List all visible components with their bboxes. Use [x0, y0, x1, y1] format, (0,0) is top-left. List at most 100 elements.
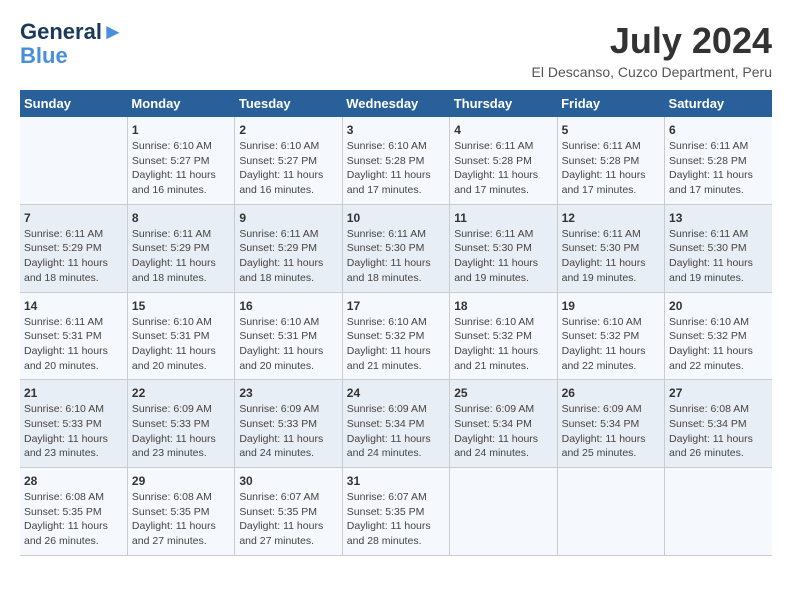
day-info: Sunrise: 6:11 AMSunset: 5:28 PMDaylight:… [562, 139, 660, 198]
day-cell: 23 Sunrise: 6:09 AMSunset: 5:33 PMDayligh… [235, 380, 342, 468]
day-info: Sunrise: 6:11 AMSunset: 5:30 PMDaylight:… [347, 227, 445, 286]
page-header: General►Blue July 2024 El Descanso, Cuzc… [20, 20, 772, 80]
day-cell: 20 Sunrise: 6:10 AMSunset: 5:32 PMDayligh… [665, 292, 772, 380]
day-cell: 30Sunrise: 6:07 AMSunset: 5:35 PMDayligh… [235, 468, 342, 556]
day-info: Sunrise: 6:10 AMSunset: 5:28 PMDaylight:… [347, 139, 445, 198]
day-cell [20, 117, 127, 204]
day-cell: 24 Sunrise: 6:09 AMSunset: 5:34 PMDayligh… [342, 380, 449, 468]
day-cell: 27 Sunrise: 6:08 AMSunset: 5:34 PMDayligh… [665, 380, 772, 468]
day-info: Sunrise: 6:08 AMSunset: 5:34 PMDaylight:… [669, 402, 768, 461]
day-cell: 10 Sunrise: 6:11 AMSunset: 5:30 PMDayligh… [342, 204, 449, 292]
day-number: 29 [132, 474, 230, 488]
day-number: 23 [239, 386, 337, 400]
day-number: 12 [562, 211, 660, 225]
day-info: Sunrise: 6:10 AMSunset: 5:31 PMDaylight:… [239, 315, 337, 374]
day-info: Sunrise: 6:10 AMSunset: 5:32 PMDaylight:… [347, 315, 445, 374]
day-info: Sunrise: 6:09 AMSunset: 5:34 PMDaylight:… [347, 402, 445, 461]
day-info: Sunrise: 6:10 AMSunset: 5:27 PMDaylight:… [239, 139, 337, 198]
day-cell: 5 Sunrise: 6:11 AMSunset: 5:28 PMDaylight… [557, 117, 664, 204]
day-number: 21 [24, 386, 123, 400]
day-number: 10 [347, 211, 445, 225]
day-cell: 1 Sunrise: 6:10 AMSunset: 5:27 PMDaylight… [127, 117, 234, 204]
day-number: 26 [562, 386, 660, 400]
day-number: 7 [24, 211, 123, 225]
day-cell: 26 Sunrise: 6:09 AMSunset: 5:34 PMDayligh… [557, 380, 664, 468]
day-number: 17 [347, 299, 445, 313]
day-cell: 25Sunrise: 6:09 AMSunset: 5:34 PMDayligh… [450, 380, 557, 468]
day-number: 4 [454, 123, 552, 137]
day-info: Sunrise: 6:11 AMSunset: 5:29 PMDaylight:… [239, 227, 337, 286]
day-cell: 4 Sunrise: 6:11 AMSunset: 5:28 PMDaylight… [450, 117, 557, 204]
header-monday: Monday [127, 90, 234, 117]
day-info: Sunrise: 6:07 AMSunset: 5:35 PMDaylight:… [347, 490, 445, 549]
day-info: Sunrise: 6:10 AMSunset: 5:33 PMDaylight:… [24, 402, 123, 461]
day-number: 25 [454, 386, 552, 400]
day-info: Sunrise: 6:11 AMSunset: 5:28 PMDaylight:… [454, 139, 552, 198]
day-cell: 9 Sunrise: 6:11 AMSunset: 5:29 PMDaylight… [235, 204, 342, 292]
day-info: Sunrise: 6:11 AMSunset: 5:29 PMDaylight:… [24, 227, 123, 286]
calendar-table: SundayMondayTuesdayWednesdayThursdayFrid… [20, 90, 772, 556]
day-info: Sunrise: 6:09 AMSunset: 5:33 PMDaylight:… [132, 402, 230, 461]
day-info: Sunrise: 6:10 AMSunset: 5:27 PMDaylight:… [132, 139, 230, 198]
day-number: 5 [562, 123, 660, 137]
day-number: 22 [132, 386, 230, 400]
day-number: 15 [132, 299, 230, 313]
day-cell: 3 Sunrise: 6:10 AMSunset: 5:28 PMDaylight… [342, 117, 449, 204]
day-cell: 12 Sunrise: 6:11 AMSunset: 5:30 PMDayligh… [557, 204, 664, 292]
day-cell: 14 Sunrise: 6:11 AMSunset: 5:31 PMDayligh… [20, 292, 127, 380]
day-cell: 22 Sunrise: 6:09 AMSunset: 5:33 PMDayligh… [127, 380, 234, 468]
day-number: 18 [454, 299, 552, 313]
day-info: Sunrise: 6:11 AMSunset: 5:30 PMDaylight:… [669, 227, 768, 286]
day-cell: 2 Sunrise: 6:10 AMSunset: 5:27 PMDaylight… [235, 117, 342, 204]
day-info: Sunrise: 6:10 AMSunset: 5:32 PMDaylight:… [454, 315, 552, 374]
week-row-5: 28 Sunrise: 6:08 AMSunset: 5:35 PMDayligh… [20, 468, 772, 556]
day-number: 31 [347, 474, 445, 488]
day-info: Sunrise: 6:08 AMSunset: 5:35 PMDaylight:… [24, 490, 123, 549]
day-cell: 6Sunrise: 6:11 AMSunset: 5:28 PMDaylight… [665, 117, 772, 204]
day-number: 27 [669, 386, 768, 400]
week-row-1: 1 Sunrise: 6:10 AMSunset: 5:27 PMDaylight… [20, 117, 772, 204]
day-cell: 15 Sunrise: 6:10 AMSunset: 5:31 PMDayligh… [127, 292, 234, 380]
day-info: Sunrise: 6:10 AMSunset: 5:31 PMDaylight:… [132, 315, 230, 374]
day-cell: 8 Sunrise: 6:11 AMSunset: 5:29 PMDaylight… [127, 204, 234, 292]
day-info: Sunrise: 6:11 AMSunset: 5:31 PMDaylight:… [24, 315, 123, 374]
day-cell: 11Sunrise: 6:11 AMSunset: 5:30 PMDayligh… [450, 204, 557, 292]
day-number: 9 [239, 211, 337, 225]
day-number: 24 [347, 386, 445, 400]
day-number: 16 [239, 299, 337, 313]
day-number: 8 [132, 211, 230, 225]
day-number: 11 [454, 211, 552, 225]
day-info: Sunrise: 6:10 AMSunset: 5:32 PMDaylight:… [669, 315, 768, 374]
day-number: 19 [562, 299, 660, 313]
day-number: 2 [239, 123, 337, 137]
day-cell: 17 Sunrise: 6:10 AMSunset: 5:32 PMDayligh… [342, 292, 449, 380]
day-cell: 28 Sunrise: 6:08 AMSunset: 5:35 PMDayligh… [20, 468, 127, 556]
day-info: Sunrise: 6:10 AMSunset: 5:32 PMDaylight:… [562, 315, 660, 374]
header-saturday: Saturday [665, 90, 772, 117]
day-cell: 18 Sunrise: 6:10 AMSunset: 5:32 PMDayligh… [450, 292, 557, 380]
day-info: Sunrise: 6:09 AMSunset: 5:33 PMDaylight:… [239, 402, 337, 461]
day-cell [557, 468, 664, 556]
day-cell: 29 Sunrise: 6:08 AMSunset: 5:35 PMDayligh… [127, 468, 234, 556]
logo: General►Blue [20, 20, 124, 68]
day-number: 28 [24, 474, 123, 488]
calendar-header-row: SundayMondayTuesdayWednesdayThursdayFrid… [20, 90, 772, 117]
day-info: Sunrise: 6:08 AMSunset: 5:35 PMDaylight:… [132, 490, 230, 549]
day-info: Sunrise: 6:11 AMSunset: 5:30 PMDaylight:… [562, 227, 660, 286]
day-info: Sunrise: 6:09 AMSunset: 5:34 PMDaylight:… [562, 402, 660, 461]
day-number: 14 [24, 299, 123, 313]
day-cell: 19 Sunrise: 6:10 AMSunset: 5:32 PMDayligh… [557, 292, 664, 380]
day-info: Sunrise: 6:11 AMSunset: 5:29 PMDaylight:… [132, 227, 230, 286]
header-tuesday: Tuesday [235, 90, 342, 117]
day-number: 30 [239, 474, 337, 488]
header-thursday: Thursday [450, 90, 557, 117]
day-number: 6 [669, 123, 768, 137]
day-number: 13 [669, 211, 768, 225]
day-cell: 31 Sunrise: 6:07 AMSunset: 5:35 PMDayligh… [342, 468, 449, 556]
day-cell: 13 Sunrise: 6:11 AMSunset: 5:30 PMDayligh… [665, 204, 772, 292]
header-sunday: Sunday [20, 90, 127, 117]
week-row-3: 14 Sunrise: 6:11 AMSunset: 5:31 PMDayligh… [20, 292, 772, 380]
day-number: 1 [132, 123, 230, 137]
day-number: 3 [347, 123, 445, 137]
day-number: 20 [669, 299, 768, 313]
